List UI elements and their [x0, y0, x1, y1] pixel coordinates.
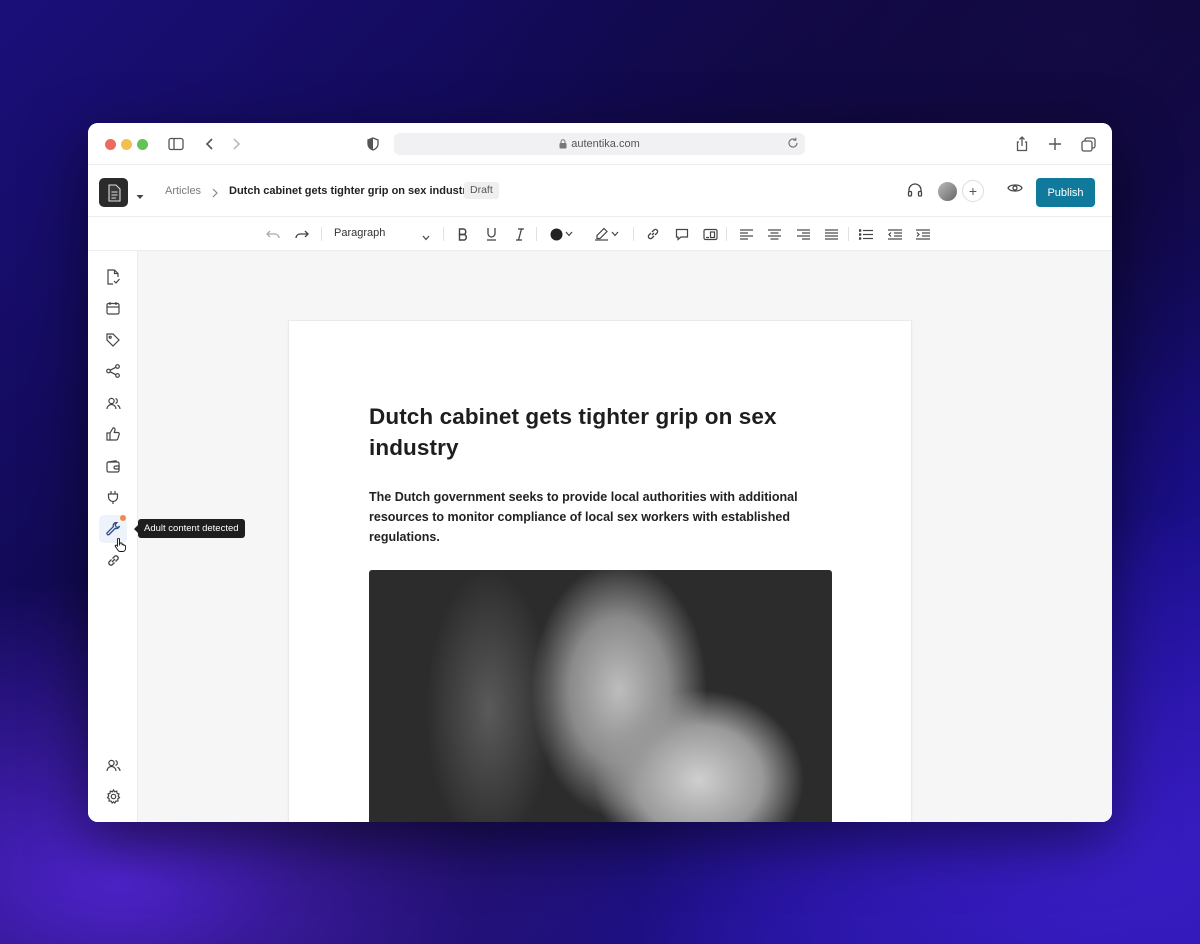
tag-icon[interactable]: [104, 331, 122, 349]
preview-eye-icon[interactable]: [1007, 182, 1023, 194]
wallet-icon[interactable]: [104, 457, 122, 475]
undo-icon[interactable]: [264, 225, 282, 243]
article-title[interactable]: Dutch cabinet gets tighter grip on sex i…: [369, 401, 839, 463]
plug-icon[interactable]: [104, 488, 122, 506]
chevron-down-icon[interactable]: [422, 228, 430, 246]
close-window-button[interactable]: [105, 139, 116, 150]
block-style-select[interactable]: Paragraph: [334, 227, 385, 239]
sidebar: [88, 251, 138, 822]
article-page: Dutch cabinet gets tighter grip on sex i…: [288, 320, 912, 822]
align-justify-icon[interactable]: [822, 225, 840, 243]
editor-area: Adult content detected Dutch cabinet get…: [88, 251, 1112, 822]
browser-window: autentika.com Articles Dutch cabinet get…: [88, 123, 1112, 822]
formatting-toolbar: Paragraph: [88, 217, 1112, 251]
publish-button[interactable]: Publish: [1036, 178, 1095, 207]
align-left-icon[interactable]: [737, 225, 755, 243]
avatar[interactable]: [936, 180, 959, 203]
app-header: Articles Dutch cabinet gets tighter grip…: [88, 165, 1112, 217]
underline-icon[interactable]: [482, 225, 500, 243]
people-icon[interactable]: [104, 394, 122, 412]
bold-icon[interactable]: [454, 225, 472, 243]
notification-dot: [120, 515, 126, 521]
bullet-list-icon[interactable]: [857, 225, 875, 243]
new-tab-icon[interactable]: [1046, 135, 1064, 153]
highlighter-icon[interactable]: [592, 225, 610, 243]
forward-icon[interactable]: [227, 135, 245, 153]
hand-cursor-icon: [114, 537, 126, 557]
chevron-down-icon[interactable]: [610, 225, 620, 243]
maximize-window-button[interactable]: [137, 139, 148, 150]
redo-icon[interactable]: [293, 225, 311, 243]
address-bar[interactable]: autentika.com: [394, 133, 805, 155]
tab-overview-icon[interactable]: [1079, 135, 1097, 153]
browser-toolbar: autentika.com: [88, 123, 1112, 165]
share-icon[interactable]: [1013, 135, 1031, 153]
breadcrumb-articles[interactable]: Articles: [165, 185, 201, 197]
align-right-icon[interactable]: [794, 225, 812, 243]
tooltip: Adult content detected: [134, 519, 245, 538]
tools-icon[interactable]: [104, 520, 122, 538]
breadcrumb-current: Dutch cabinet gets tighter grip on sex i…: [229, 185, 473, 197]
add-collaborator-button[interactable]: +: [962, 180, 984, 202]
thumbs-up-icon[interactable]: [104, 425, 122, 443]
chevron-right-icon: [212, 185, 218, 203]
document-check-icon[interactable]: [104, 268, 122, 286]
url-text: autentika.com: [571, 138, 640, 150]
status-badge: Draft: [464, 182, 499, 199]
outdent-icon[interactable]: [886, 225, 904, 243]
minimize-window-button[interactable]: [121, 139, 132, 150]
media-embed-icon[interactable]: [701, 225, 719, 243]
article-image[interactable]: [369, 570, 832, 822]
text-color-icon[interactable]: [547, 225, 565, 243]
calendar-icon[interactable]: [104, 299, 122, 317]
lock-icon: [559, 139, 567, 149]
team-icon[interactable]: [104, 756, 122, 774]
app-logo[interactable]: [99, 178, 128, 207]
comment-icon[interactable]: [673, 225, 691, 243]
indent-icon[interactable]: [914, 225, 932, 243]
article-lead[interactable]: The Dutch government seeks to provide lo…: [369, 487, 819, 547]
settings-icon[interactable]: [104, 787, 122, 805]
reload-icon[interactable]: [787, 137, 799, 152]
sidebar-toggle-icon[interactable]: [167, 135, 185, 153]
italic-icon[interactable]: [511, 225, 529, 243]
back-icon[interactable]: [201, 135, 219, 153]
link-icon[interactable]: [644, 225, 662, 243]
chevron-down-icon[interactable]: [136, 187, 144, 205]
align-center-icon[interactable]: [765, 225, 783, 243]
share-icon[interactable]: [104, 362, 122, 380]
headphones-icon[interactable]: [907, 182, 923, 198]
chevron-down-icon[interactable]: [564, 225, 574, 243]
shield-icon[interactable]: [364, 135, 382, 153]
